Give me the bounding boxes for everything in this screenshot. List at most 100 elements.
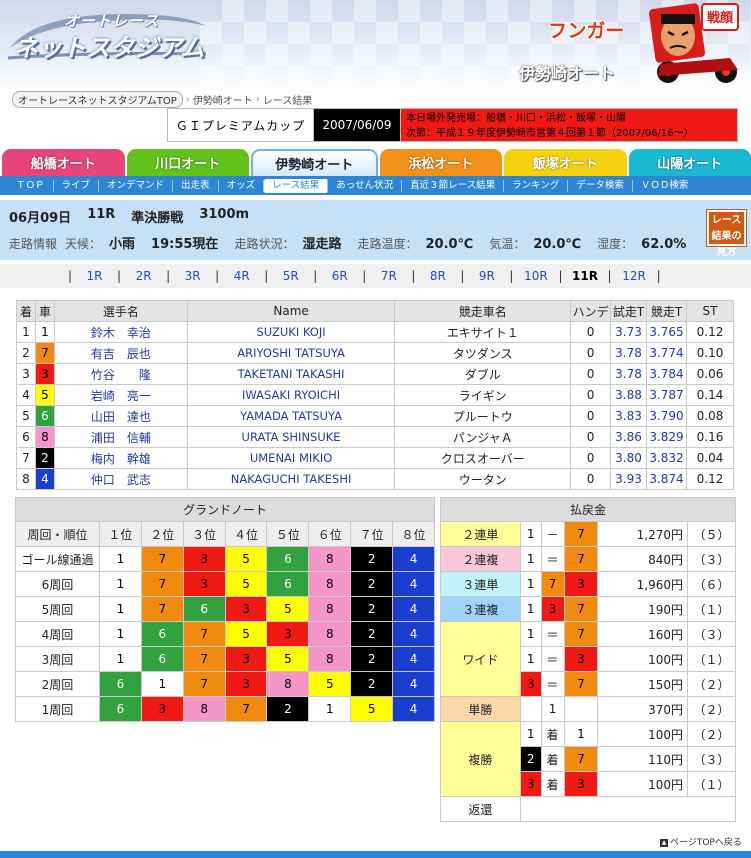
race-link-9r[interactable]: 9R: [468, 269, 505, 283]
tab-hamamatsu[interactable]: 浜松オート: [379, 149, 502, 176]
car-number-badge: 2: [351, 622, 393, 646]
racer-name-en[interactable]: YAMADA TATSUYA: [186, 405, 396, 427]
racer-name-jp[interactable]: 竹谷 隆: [53, 363, 188, 385]
payout-car: 7: [563, 596, 599, 622]
car-number-badge: 1: [520, 522, 541, 546]
lap-position-cell: 8: [308, 646, 352, 672]
racer-name-jp[interactable]: 山田 達也: [53, 405, 188, 427]
race-link-8r[interactable]: 8R: [419, 269, 456, 283]
payout-table: 払戻金 ２連単 1 － 7 1,270円 （５） ２連複 1 ＝ 7 840円 （３） ３連単 1 7 3 1,…: [440, 497, 737, 822]
payout-car: 7: [540, 571, 565, 597]
racer-name-en[interactable]: ARIYOSHI TATSUYA: [186, 342, 396, 364]
site-logo[interactable]: オートレース ネットスタジアム: [6, 8, 212, 62]
race-link-1r[interactable]: 1R: [76, 269, 113, 283]
car-number-badge: 3: [564, 647, 598, 671]
page-top-link[interactable]: ▲ ページTOPへ戻る: [660, 835, 742, 848]
subnav-live[interactable]: ライブ: [54, 179, 100, 192]
breadcrumb-venue-link[interactable]: 伊勢崎オート: [193, 92, 253, 107]
tab-isesaki[interactable]: 伊勢崎オート: [251, 149, 378, 176]
lap-position-cell: 2: [350, 596, 394, 622]
finish-position: 6: [16, 426, 36, 448]
handicap: 0: [570, 426, 612, 448]
racer-name-en[interactable]: IWASAKI RYOICHI: [186, 384, 396, 406]
race-time: 3.787: [646, 384, 687, 406]
bet-type: ワイド: [440, 621, 521, 697]
racer-name-jp[interactable]: 浦田 信輔: [53, 426, 188, 448]
race-nav-separator: |: [166, 269, 171, 283]
racer-name-jp[interactable]: 有吉 辰也: [53, 342, 188, 364]
race-link-10r[interactable]: 10R: [517, 269, 554, 283]
race-link-11r[interactable]: 11R: [567, 269, 604, 283]
mascot-icon: 戦顔: [649, 3, 739, 83]
results-col-header: 試走T: [610, 300, 647, 322]
lap-position-cell: 5: [308, 671, 352, 697]
racer-name-en[interactable]: NAKAGUCHI TAKESHI: [186, 468, 396, 490]
results-guide-button[interactable]: レース結果の見方: [706, 209, 747, 258]
race-link-12r[interactable]: 12R: [616, 269, 653, 283]
trial-time: 3.83: [610, 405, 647, 427]
tab-sanyo[interactable]: 山陽オート: [628, 149, 751, 176]
car-number-badge: 3: [541, 597, 564, 621]
racer-name-jp[interactable]: 仲口 武志: [53, 468, 188, 490]
lap-position-cell: 8: [308, 621, 352, 647]
grand-note-col-header: ６位: [308, 521, 352, 547]
race-nav-separator: |: [215, 269, 220, 283]
subnav-odds[interactable]: オッズ: [219, 179, 265, 192]
payout-amount: 370円: [597, 696, 689, 722]
subnav-recent-results[interactable]: 直近３節レース結果: [402, 179, 505, 192]
trial-time: 3.93: [610, 468, 647, 490]
race-time: 3.784: [646, 363, 687, 385]
finish-position: 3: [16, 363, 36, 385]
tab-kawaguchi[interactable]: 川口オート: [126, 149, 249, 176]
lap-position-cell: 4: [392, 546, 435, 572]
racer-name-en[interactable]: UMENAI MIKIO: [186, 447, 396, 469]
car-number-badge: 5: [225, 622, 267, 646]
grand-note-col-header: ３位: [182, 521, 226, 547]
racer-name-en[interactable]: SUZUKI KOJI: [186, 321, 396, 343]
popularity-rank: （３）: [687, 546, 736, 572]
racer-name-jp[interactable]: 岩崎 亮一: [53, 384, 188, 406]
subnav-on-demand[interactable]: オンデマンド: [99, 179, 174, 192]
race-time: 3.790: [646, 405, 687, 427]
payout-car: 1: [519, 646, 542, 672]
car-number-badge: 7: [141, 547, 183, 571]
racer-name-jp[interactable]: 鈴木 幸治: [53, 321, 188, 343]
finish-position: 1: [16, 321, 36, 343]
tab-iizuka[interactable]: 飯塚オート: [504, 149, 627, 176]
grand-note-col-header: ８位: [392, 521, 435, 547]
race-link-4r[interactable]: 4R: [223, 269, 260, 283]
race-time: 3.829: [646, 426, 687, 448]
lap-label: 1周回: [15, 696, 100, 722]
racer-name-en[interactable]: URATA SHINSUKE: [186, 426, 396, 448]
popularity-rank: （２）: [687, 696, 736, 722]
race-name: 準決勝戦: [131, 211, 184, 226]
race-distance: 3100m: [199, 207, 250, 222]
mascot-badge-text: 戦顔: [707, 10, 734, 26]
subnav-ranking[interactable]: ランキング: [504, 179, 569, 192]
subnav-data-search[interactable]: データ検索: [568, 179, 633, 192]
start-timing: 0.16: [685, 426, 735, 448]
subnav-top[interactable]: ＴＯＰ: [8, 179, 54, 192]
subnav-entries[interactable]: 出走表: [173, 179, 219, 192]
payout-car: 1: [519, 621, 542, 647]
car-number-badge: 2: [520, 747, 541, 771]
race-link-3r[interactable]: 3R: [174, 269, 211, 283]
racer-name-jp[interactable]: 梅内 幹雄: [53, 447, 188, 469]
results-body: 1 1 鈴木 幸治 SUZUKI KOJI エキサイト１ 0 3.73 3.765 0.12 2 7…: [16, 321, 735, 490]
subnav-vod-search[interactable]: ＶＯＤ検索: [633, 180, 697, 192]
breadcrumb-home-link[interactable]: オートレースネットスタジアムTOP: [12, 90, 183, 108]
lap-position-cell: 7: [140, 546, 184, 572]
car-number-badge: 3: [225, 672, 267, 696]
racer-name-en[interactable]: TAKETANI TAKASHI: [186, 363, 396, 385]
race-link-5r[interactable]: 5R: [272, 269, 309, 283]
subnav-results[interactable]: レース結果: [264, 178, 329, 193]
tab-funabashi[interactable]: 船橋オート: [2, 149, 125, 176]
payout-car: 7: [563, 671, 599, 697]
lap-position-cell: 5: [224, 621, 268, 647]
popularity-rank: （２）: [687, 721, 736, 747]
site-header: オートレース ネットスタジアム フンガー 戦顔 伊勢崎オート: [0, 0, 751, 92]
race-link-6r[interactable]: 6R: [321, 269, 358, 283]
race-link-7r[interactable]: 7R: [370, 269, 407, 283]
subnav-assignments[interactable]: あっせん状況: [328, 179, 403, 192]
race-link-2r[interactable]: 2R: [125, 269, 162, 283]
